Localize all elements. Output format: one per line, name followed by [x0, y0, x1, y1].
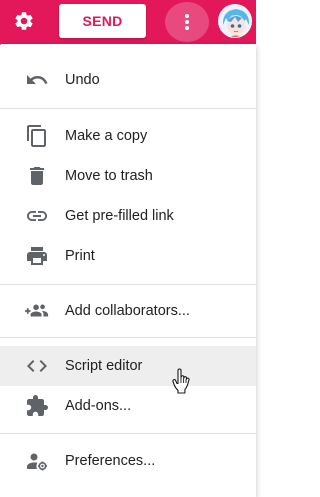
menu-item-label: Get pre-filled link [65, 208, 174, 224]
print-icon [25, 244, 49, 268]
menu-item-move-to-trash[interactable]: Move to trash [0, 156, 256, 196]
divider [0, 108, 256, 109]
gear-icon[interactable] [12, 9, 36, 33]
more-options-button[interactable] [165, 2, 209, 42]
code-icon [25, 354, 49, 378]
menu-item-label: Preferences... [65, 453, 156, 469]
send-button[interactable]: SEND [59, 4, 146, 38]
menu-item-label: Make a copy [65, 128, 148, 144]
trash-icon [25, 164, 49, 188]
more-options-menu: Undo Make a copy Move to trash Get pre-f… [0, 44, 256, 497]
menu-item-preferences[interactable]: Preferences... [0, 441, 256, 481]
menu-item-add-ons[interactable]: Add-ons... [0, 386, 256, 426]
menu-item-add-collaborators[interactable]: Add collaborators... [0, 291, 256, 331]
menu-item-label: Add collaborators... [65, 303, 190, 319]
divider [0, 284, 256, 285]
copy-icon [25, 124, 49, 148]
more-vert-icon [185, 14, 189, 30]
toolbar: SEND [0, 0, 256, 44]
menu-item-label: Move to trash [65, 168, 153, 184]
add-people-icon [25, 299, 49, 323]
undo-icon [25, 68, 49, 92]
hand-cursor-icon [172, 368, 192, 394]
menu-item-prefilled-link[interactable]: Get pre-filled link [0, 196, 256, 236]
menu-item-script-editor[interactable]: Script editor [0, 346, 256, 386]
menu-item-label: Undo [65, 72, 100, 88]
menu-item-label: Print [65, 248, 95, 264]
menu-item-label: Add-ons... [65, 398, 132, 414]
menu-item-make-copy[interactable]: Make a copy [0, 116, 256, 156]
link-icon [25, 204, 49, 228]
divider [0, 337, 256, 338]
menu-item-print[interactable]: Print [0, 236, 256, 276]
menu-item-undo[interactable]: Undo [0, 60, 256, 100]
puzzle-icon [25, 394, 49, 418]
divider [0, 433, 256, 434]
person-settings-icon [25, 449, 49, 473]
avatar[interactable] [218, 4, 252, 38]
menu-item-label: Script editor [65, 358, 143, 374]
